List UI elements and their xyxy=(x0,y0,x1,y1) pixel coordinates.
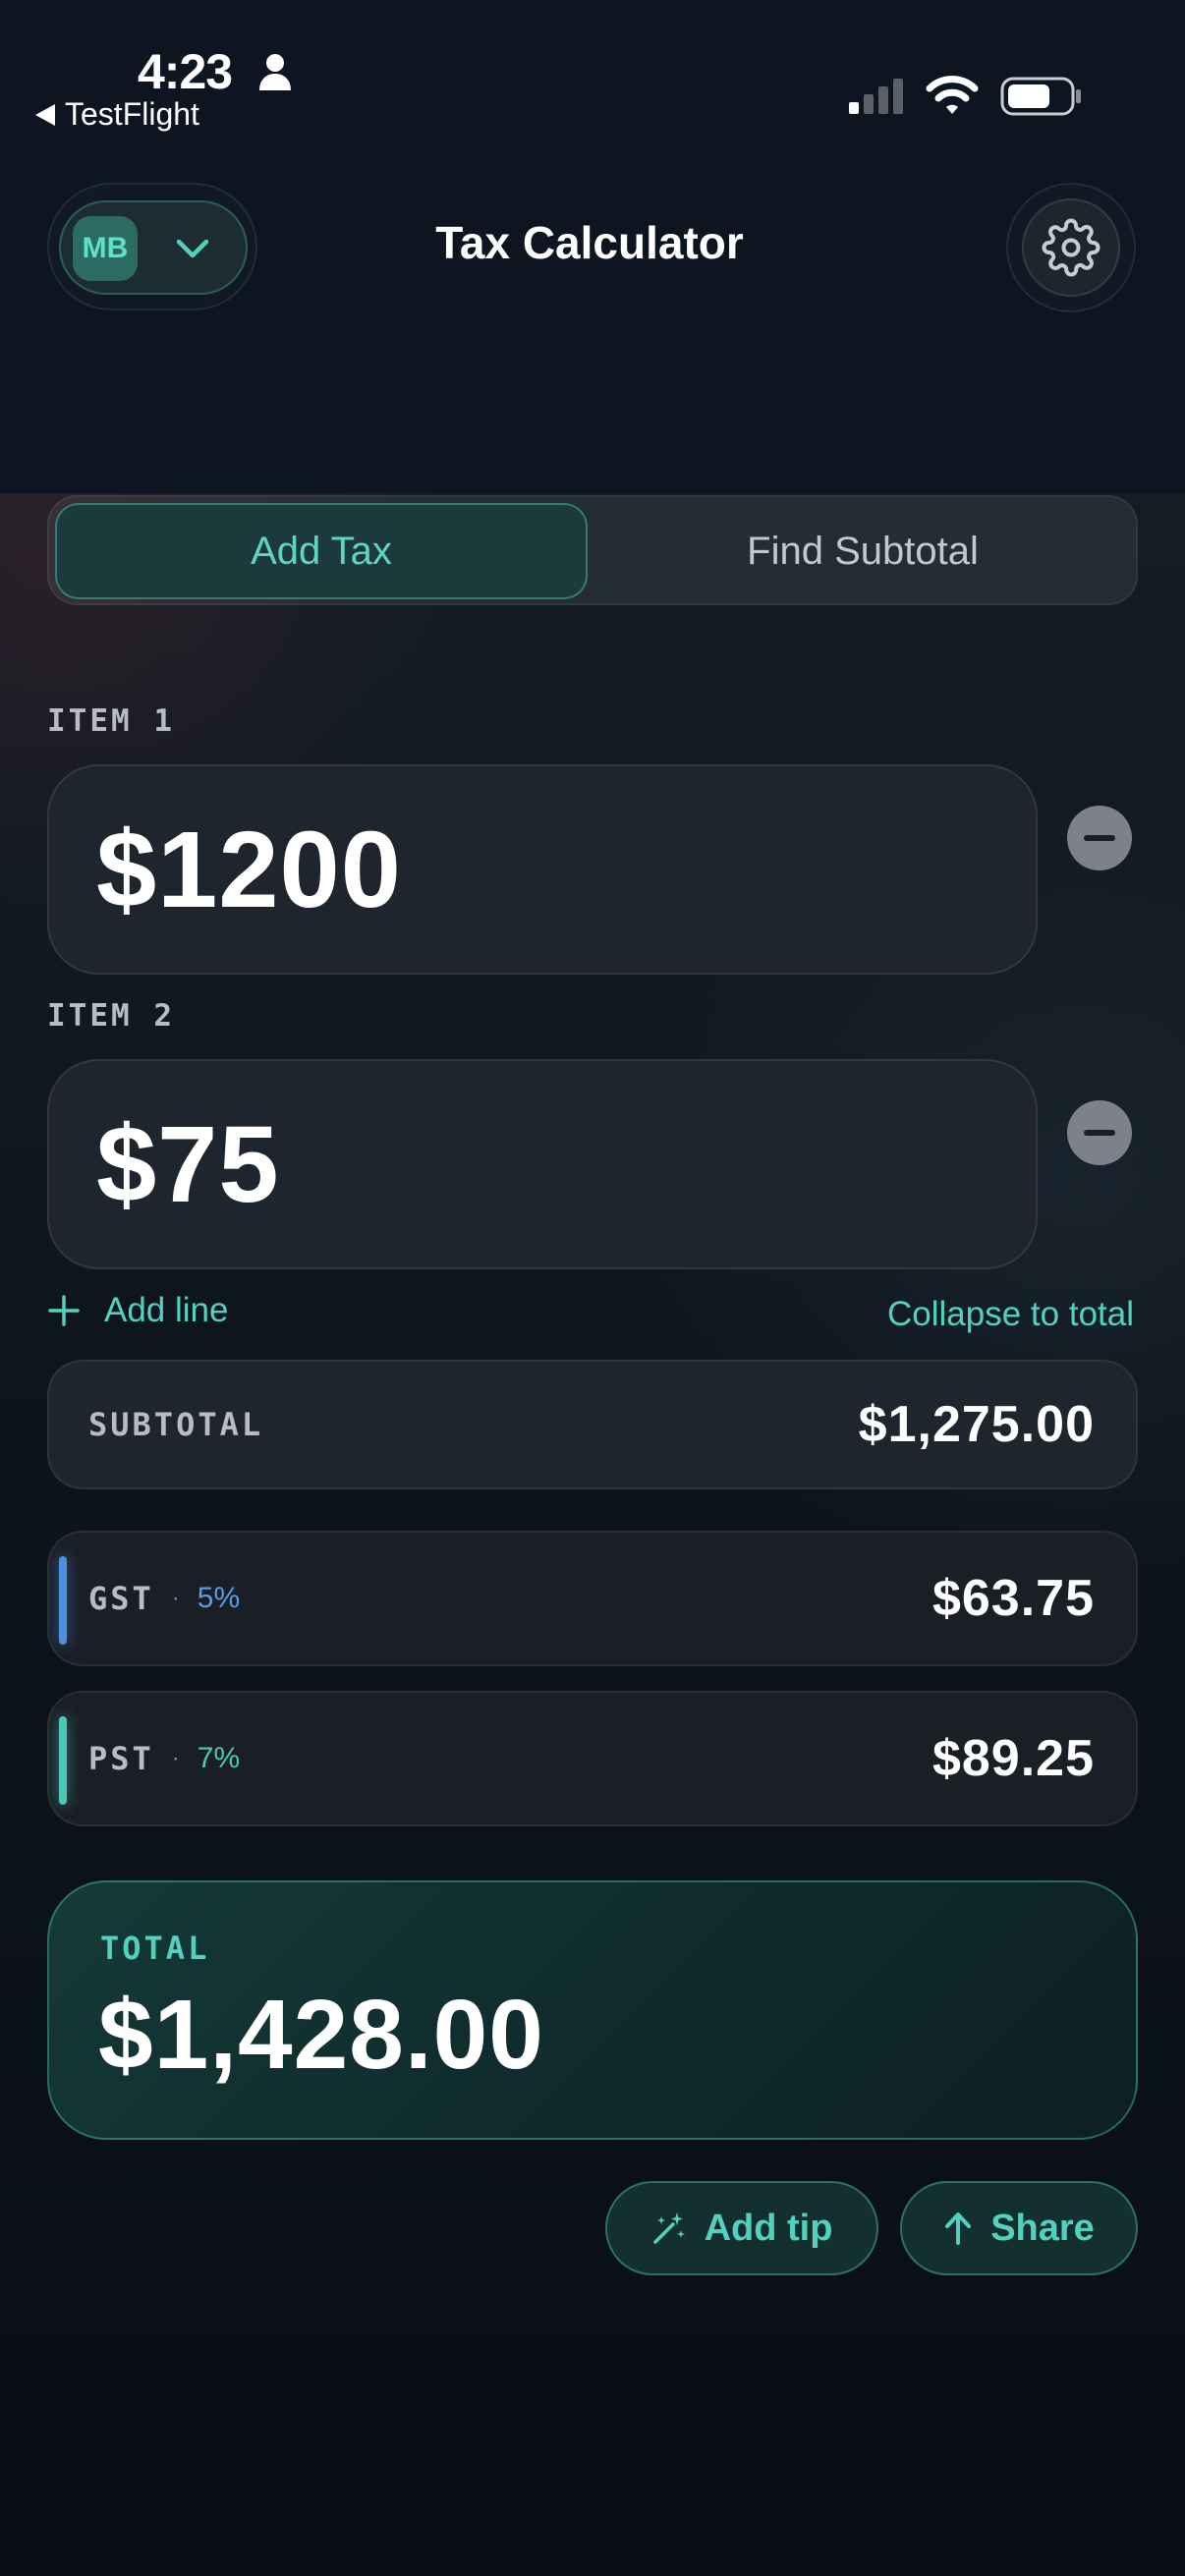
total-value: $1,428.00 xyxy=(98,1980,544,2090)
share-button[interactable]: Share xyxy=(900,2181,1138,2275)
tax-row-pst[interactable]: PST · 7% $89.25 xyxy=(47,1691,1138,1826)
gst-label: GST xyxy=(88,1580,154,1617)
pst-amount: $89.25 xyxy=(931,1730,1095,1787)
pst-accent-bar xyxy=(59,1716,67,1805)
avatar: MB xyxy=(73,216,138,281)
gst-accent-bar xyxy=(59,1556,67,1645)
total-label: TOTAL xyxy=(100,1930,210,1967)
subtotal-value: $1,275.00 xyxy=(858,1396,1095,1453)
status-time: 4:23 xyxy=(138,44,233,99)
chevron-down-icon xyxy=(176,239,209,258)
arrow-up-icon xyxy=(945,2212,972,2245)
item-2-amount: $75 xyxy=(96,1103,280,1225)
item-2-label: ITEM 2 xyxy=(47,998,175,1034)
add-tip-label: Add tip xyxy=(704,2207,833,2249)
subtotal-row: SUBTOTAL $1,275.00 xyxy=(47,1360,1138,1489)
pst-label: PST xyxy=(88,1740,154,1777)
remove-item-2-button[interactable] xyxy=(1067,1100,1132,1165)
magic-wand-icon xyxy=(652,2212,685,2244)
cellular-signal-icon xyxy=(849,79,903,114)
gst-rate: 5% xyxy=(197,1582,241,1614)
gst-amount: $63.75 xyxy=(931,1570,1095,1627)
add-line-label: Add line xyxy=(104,1291,229,1329)
share-label: Share xyxy=(990,2207,1095,2249)
tab-add-tax[interactable]: Add Tax xyxy=(55,503,588,599)
item-2-amount-field[interactable]: $75 xyxy=(47,1059,1038,1269)
subtotal-label: SUBTOTAL xyxy=(88,1406,264,1443)
battery-icon xyxy=(1000,77,1081,116)
plus-icon xyxy=(48,1295,80,1326)
page-title: Tax Calculator xyxy=(435,217,744,268)
back-label: TestFlight xyxy=(65,96,199,132)
minus-icon xyxy=(1084,1130,1115,1136)
person-icon xyxy=(259,54,291,90)
add-tip-button[interactable]: Add tip xyxy=(605,2181,878,2275)
tax-row-gst[interactable]: GST · 5% $63.75 xyxy=(47,1531,1138,1666)
pst-rate: 7% xyxy=(197,1742,241,1774)
settings-button[interactable] xyxy=(1022,198,1120,297)
add-line-button[interactable]: Add line xyxy=(47,1291,228,1330)
item-1-amount-field[interactable]: $1200 xyxy=(47,764,1038,975)
gst-separator: · xyxy=(171,1585,180,1611)
wifi-icon xyxy=(926,76,979,114)
item-1-amount: $1200 xyxy=(96,809,402,930)
gear-icon xyxy=(1042,218,1100,277)
item-1-label: ITEM 1 xyxy=(47,703,175,739)
remove-item-1-button[interactable] xyxy=(1067,806,1132,870)
minus-icon xyxy=(1084,835,1115,841)
tab-find-subtotal[interactable]: Find Subtotal xyxy=(595,503,1130,599)
collapse-to-total-link[interactable]: Collapse to total xyxy=(887,1295,1134,1334)
back-arrow-icon xyxy=(35,103,55,126)
pst-separator: · xyxy=(171,1745,180,1771)
back-to-testflight[interactable]: TestFlight xyxy=(35,96,199,133)
